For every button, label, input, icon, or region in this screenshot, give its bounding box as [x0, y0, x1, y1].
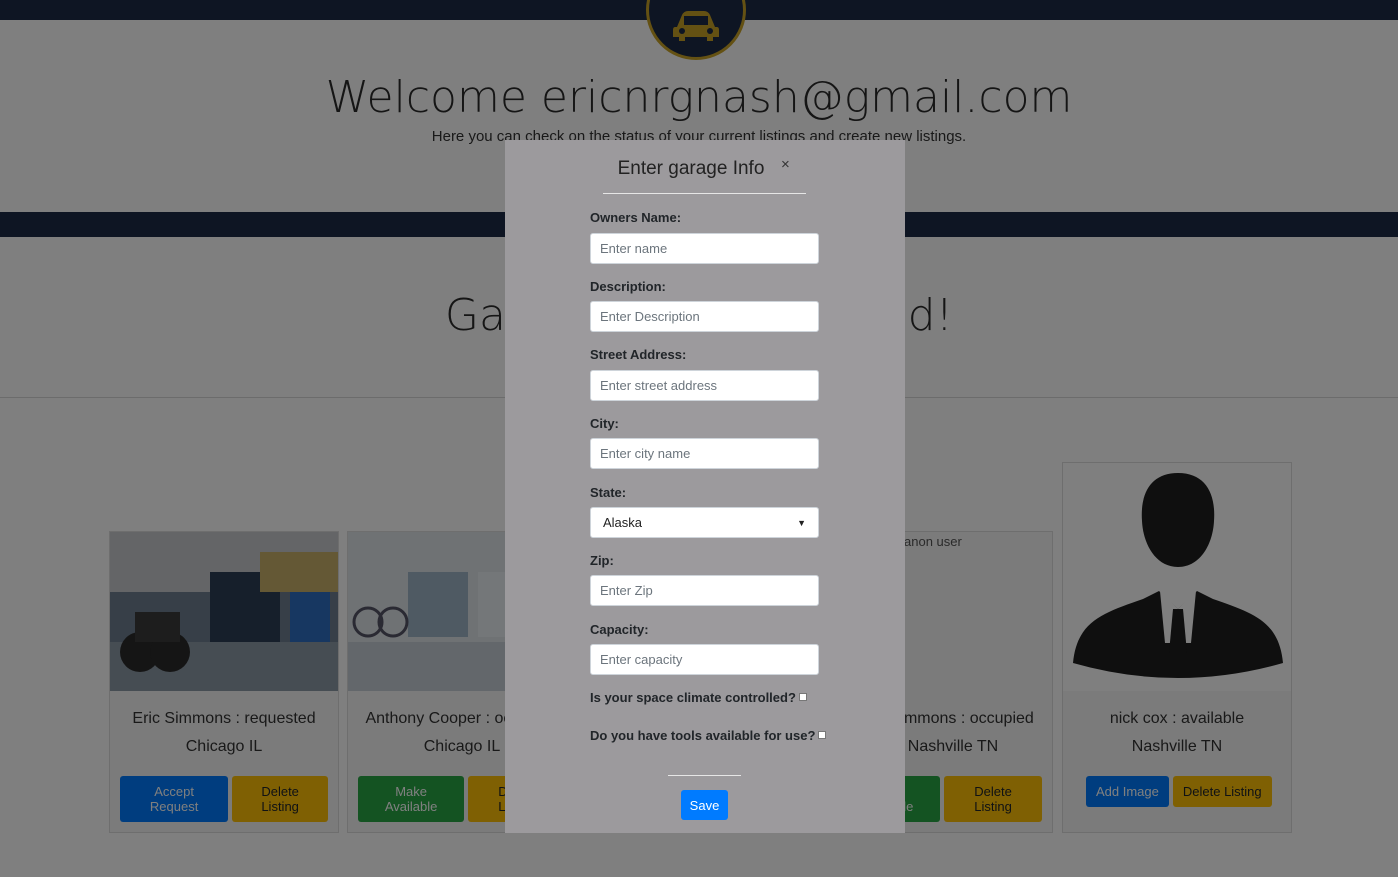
tools-available-label: Do you have tools available for use?	[590, 728, 816, 743]
state-label: State:	[590, 485, 627, 500]
city-input[interactable]	[590, 438, 819, 469]
close-icon[interactable]: ×	[781, 156, 790, 173]
garage-info-modal: Enter garage Info × Owners Name: Descrip…	[505, 140, 905, 833]
modal-title: Enter garage Info	[617, 158, 765, 179]
capacity-label: Capacity:	[590, 622, 649, 637]
zip-label: Zip:	[590, 553, 614, 568]
street-address-input[interactable]	[590, 370, 819, 401]
description-label: Description:	[590, 279, 666, 294]
climate-controlled-label: Is your space climate controlled?	[590, 690, 796, 705]
zip-input[interactable]	[590, 575, 819, 606]
city-label: City:	[590, 416, 619, 431]
state-select-value: Alaska	[603, 515, 643, 530]
climate-controlled-checkbox[interactable]	[798, 692, 807, 701]
tools-available-row: Do you have tools available for use?	[590, 728, 827, 743]
save-button[interactable]: Save	[681, 790, 728, 820]
owners-name-input[interactable]	[590, 233, 819, 264]
caret-down-icon: ▼	[797, 517, 806, 528]
capacity-input[interactable]	[590, 644, 819, 675]
owners-name-label: Owners Name:	[590, 210, 682, 225]
description-input[interactable]	[590, 301, 819, 332]
tools-available-checkbox[interactable]	[818, 730, 827, 739]
state-select[interactable]: Alaska ▼	[590, 507, 819, 538]
street-address-label: Street Address:	[590, 347, 687, 362]
climate-controlled-row: Is your space climate controlled?	[590, 690, 807, 705]
modal-footer-divider	[668, 775, 741, 776]
modal-title-divider	[603, 193, 806, 194]
